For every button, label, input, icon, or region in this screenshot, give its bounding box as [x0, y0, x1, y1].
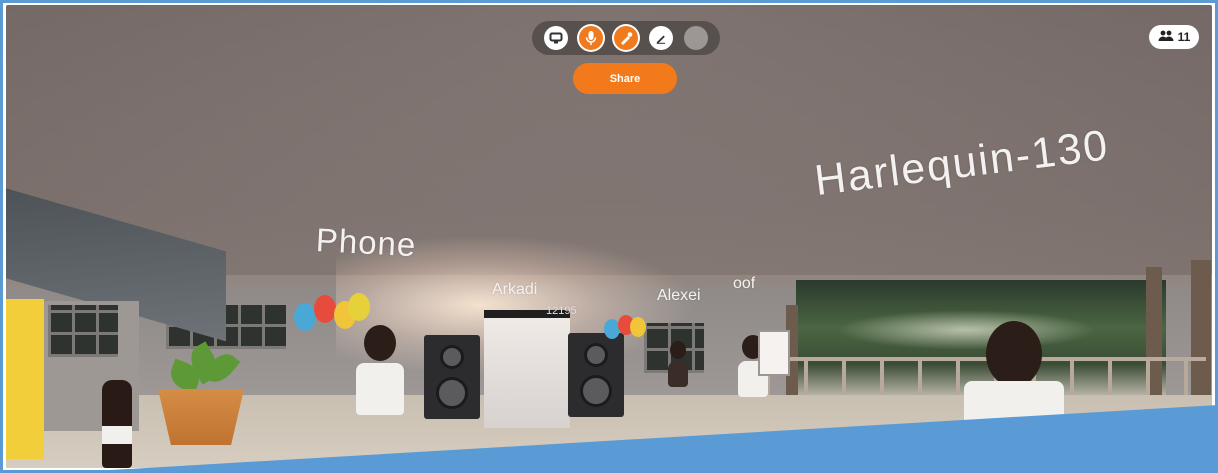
- balloon: [314, 295, 336, 323]
- disabled-tool-icon: [684, 26, 709, 50]
- bottle: [102, 380, 132, 468]
- dj-booth: [484, 310, 570, 428]
- yellow-poster-wall: [6, 299, 44, 459]
- balloon: [630, 317, 646, 337]
- balloon: [348, 293, 370, 321]
- booth-window: [48, 305, 118, 357]
- media-toolbar: [532, 21, 720, 55]
- microphone-icon[interactable]: [578, 26, 603, 50]
- wall-poster: [758, 330, 790, 376]
- avatar-name-arkadi: Arkadi: [492, 281, 538, 298]
- avatar-name-small: 12195: [546, 305, 577, 317]
- share-button[interactable]: Share: [573, 63, 677, 94]
- avatar-name-alexei: Alexei: [657, 287, 701, 304]
- speaker-left: [424, 335, 480, 419]
- people-count-badge[interactable]: 11: [1149, 25, 1199, 49]
- plant-pot: [158, 389, 244, 445]
- world-label-phone: Phone: [315, 221, 418, 264]
- people-icon: [1158, 30, 1174, 45]
- avatar-name-oof: oof: [733, 275, 756, 292]
- screen-share-icon[interactable]: [543, 26, 568, 50]
- balloon: [294, 303, 316, 331]
- people-count: 11: [1177, 30, 1191, 44]
- pen-tool-icon[interactable]: [613, 26, 638, 50]
- pencil-icon[interactable]: [649, 26, 674, 50]
- speaker-right: [568, 333, 624, 417]
